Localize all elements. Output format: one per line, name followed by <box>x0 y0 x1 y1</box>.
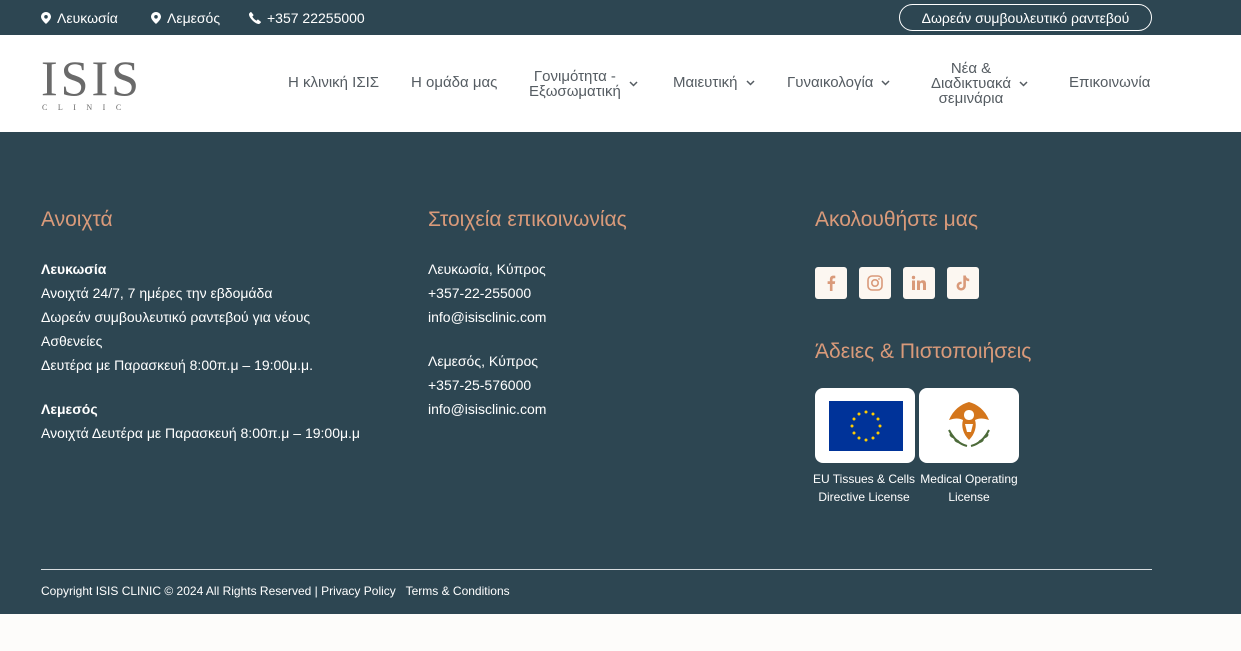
site-header: ISIS CLINIC Η κλινική ΙΣΙΣ Η ομάδα μας Γ… <box>0 35 1241 132</box>
privacy-policy-link[interactable]: Privacy Policy <box>321 584 396 598</box>
chevron-down-icon <box>1019 80 1028 87</box>
free-consultation-button[interactable]: Δωρεάν συμβουλευτικό ραντεβού <box>899 4 1152 31</box>
nav-label-line: σεμινάρια <box>938 90 1004 107</box>
tiktok-icon[interactable] <box>947 267 979 299</box>
contact-phone-link[interactable]: +357-25-576000 <box>428 373 531 397</box>
contact-email-link[interactable]: info@isisclinic.com <box>428 305 546 329</box>
caption-line: Directive License <box>818 490 910 504</box>
logo-sub-text: CLINIC <box>42 103 132 112</box>
instagram-icon[interactable] <box>859 267 891 299</box>
location-nicosia-label: Λευκωσία <box>57 9 118 26</box>
caption-line: License <box>948 490 990 504</box>
map-pin-icon <box>41 11 51 24</box>
footer-divider <box>41 569 1152 570</box>
chevron-down-icon <box>745 79 755 86</box>
phone-link[interactable]: +357 22255000 <box>249 0 365 35</box>
nav-item-gynecology[interactable]: Γυναικολογία <box>787 75 890 90</box>
facebook-icon[interactable] <box>815 267 847 299</box>
nav-item-label: Γονιμότητα - Εξωσωματική <box>529 69 621 99</box>
nicosia-heading: Λευκωσία <box>41 261 107 277</box>
contact-email-link[interactable]: info@isisclinic.com <box>428 397 546 421</box>
location-nicosia-link[interactable]: Λευκωσία <box>41 0 118 35</box>
open-hours-title: Ανοιχτά <box>41 208 113 231</box>
medical-license-badge[interactable] <box>919 388 1019 463</box>
nav-item-label: Η κλινική ΙΣΙΣ <box>288 74 380 91</box>
nicosia-hours-line: Ανοιχτά 24/7, 7 ημέρες την εβδομάδα <box>41 285 273 301</box>
nav-item-team[interactable]: Η ομάδα μας <box>411 75 497 90</box>
phone-icon <box>249 11 261 24</box>
contact-city: Λευκωσία, Κύπρος <box>428 261 546 277</box>
nav-item-clinic[interactable]: Η κλινική ΙΣΙΣ <box>288 75 379 90</box>
contact-phone-link[interactable]: +357-22-255000 <box>428 281 531 305</box>
nav-item-obstetrics[interactable]: Μαιευτική <box>673 75 755 90</box>
follow-title: Ακολουθήστε μας <box>815 208 979 231</box>
logo[interactable]: ISIS CLINIC <box>41 53 141 113</box>
medical-license-caption: Medical Operating License <box>913 470 1025 506</box>
nicosia-hours-line: Δωρεάν συμβουλευτικό ραντεβού για νέους <box>41 309 311 325</box>
cyprus-coat-of-arms-icon <box>948 402 990 447</box>
contact-title: Στοιχεία επικοινωνίας <box>428 208 627 231</box>
caption-line: Medical Operating <box>920 472 1018 486</box>
nav-item-label: Γυναικολογία <box>787 74 874 91</box>
copyright-bar: Copyright ISIS CLINIC © 2024 All Rights … <box>41 584 510 598</box>
eu-license-badge[interactable] <box>815 388 915 463</box>
nav-item-fertility[interactable]: Γονιμότητα - Εξωσωματική <box>529 69 638 99</box>
location-limassol-label: Λεμεσός <box>167 9 221 26</box>
nav-label-line: Εξωσωματική <box>529 83 621 100</box>
nicosia-hours-line: Δευτέρα με Παρασκευή 8:00π.μ – 19:00μ.μ. <box>41 357 314 373</box>
limassol-hours-line: Ανοιχτά Δευτέρα με Παρασκευή 8:00π.μ – 1… <box>41 425 360 441</box>
nav-item-label: Επικοινωνία <box>1069 74 1151 91</box>
nav-item-label: Η ομάδα μας <box>411 74 498 91</box>
logo-main-text: ISIS <box>41 50 142 106</box>
map-pin-icon <box>151 11 161 24</box>
top-bar: Λευκωσία Λεμεσός +357 22255000 Δωρεάν συ… <box>0 0 1241 35</box>
chevron-down-icon <box>629 81 638 87</box>
nav-item-contact[interactable]: Επικοινωνία <box>1069 75 1150 90</box>
eu-flag-icon <box>829 401 903 451</box>
linkedin-icon[interactable] <box>903 267 935 299</box>
location-limassol-link[interactable]: Λεμεσός <box>151 0 220 35</box>
copyright-text: Copyright ISIS CLINIC © 2024 All Rights … <box>41 584 318 598</box>
contact-city: Λεμεσός, Κύπρος <box>428 353 539 369</box>
eu-license-caption: EU Tissues & Cells Directive License <box>808 470 920 506</box>
nav-item-label: Νέα & Διαδικτυακά σεμινάρια <box>931 61 1011 106</box>
nicosia-hours-line: Ασθενείες <box>41 333 103 349</box>
licenses-title: Άδειες & Πιστοποιήσεις <box>815 340 1032 363</box>
nav-item-news-seminars[interactable]: Νέα & Διαδικτυακά σεμινάρια <box>931 61 1028 106</box>
caption-line: EU Tissues & Cells <box>812 472 916 486</box>
site-footer: Ανοιχτά Λευκωσία Ανοιχτά 24/7, 7 ημέρες … <box>0 132 1241 614</box>
terms-link[interactable]: Terms & Conditions <box>406 584 510 598</box>
limassol-heading: Λεμεσός <box>41 401 98 417</box>
chevron-down-icon <box>881 79 890 86</box>
phone-number: +357 22255000 <box>267 9 365 26</box>
nav-item-label: Μαιευτική <box>673 74 738 91</box>
